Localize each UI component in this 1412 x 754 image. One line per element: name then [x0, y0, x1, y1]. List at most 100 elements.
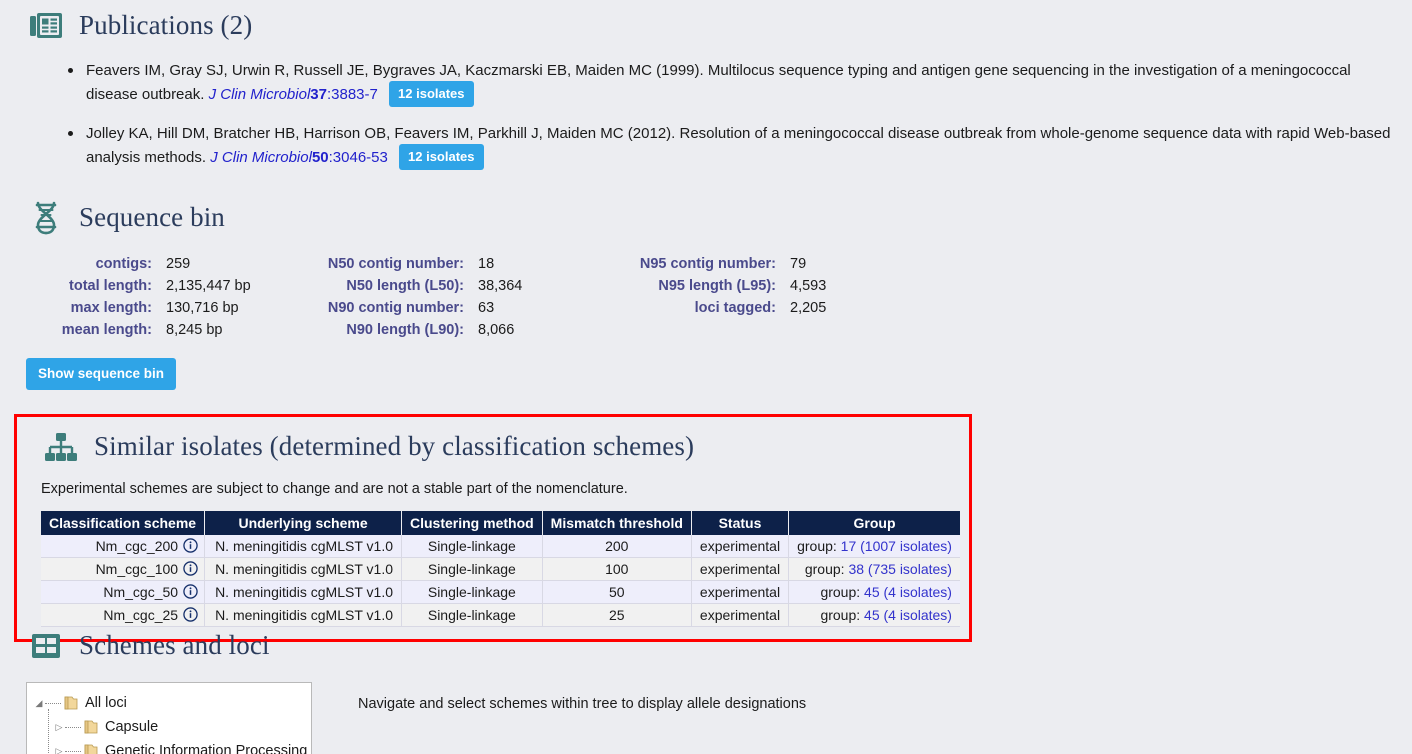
- cell-underlying-scheme: N. meningitidis cgMLST v1.0: [204, 557, 402, 581]
- sequence-bin-section: Sequence bin contigs: 259 N50 contig num…: [26, 198, 1026, 390]
- cell-mismatch-threshold: 100: [542, 557, 692, 581]
- stat-value-n95-length: 4,593: [790, 278, 827, 294]
- tree-node-label: Genetic Information Processing: [105, 743, 308, 754]
- cell-classification-scheme: Nm_cgc_100: [41, 557, 206, 581]
- expand-arrow-icon[interactable]: ▷: [53, 722, 65, 732]
- group-link[interactable]: 17 (1007 isolates): [841, 538, 952, 554]
- stat-label-contigs: contigs:: [95, 256, 152, 272]
- cell-classification-scheme: Nm_cgc_50: [41, 580, 206, 604]
- stat-label-n50-length: N50 length (L50):: [346, 278, 464, 294]
- cell-status: experimental: [691, 535, 790, 558]
- group-link[interactable]: 38 (735 isolates): [848, 561, 952, 577]
- folder-icon: [83, 719, 99, 735]
- publications-header: Publications (2): [26, 6, 1406, 46]
- group-link[interactable]: 45 (4 isolates): [864, 607, 952, 623]
- cell-classification-scheme: Nm_cgc_25: [41, 603, 206, 627]
- tree-node-genetic-information-processing[interactable]: ▷ Genetic Information Processing: [33, 739, 308, 754]
- collapse-arrow-icon[interactable]: ◢: [33, 698, 45, 708]
- journal-reference[interactable]: J Clin Microbiol37:3883-7: [209, 86, 378, 103]
- classification-schemes-table: Classification scheme Underlying scheme …: [41, 511, 960, 627]
- tree-connector-line: [48, 709, 49, 754]
- stat-label-n50-contig: N50 contig number:: [327, 256, 464, 272]
- journal-reference[interactable]: J Clin Microbiol50:3046-53: [210, 149, 388, 166]
- stat-label-n90-contig: N90 contig number:: [327, 300, 464, 316]
- page-title: Publications (2): [79, 10, 253, 41]
- info-circle-icon[interactable]: [183, 584, 198, 599]
- info-circle-icon[interactable]: [183, 607, 198, 622]
- column-header-status[interactable]: Status: [691, 511, 790, 535]
- group-link[interactable]: 45 (4 isolates): [864, 584, 952, 600]
- tree-dash: [65, 726, 81, 728]
- cell-group: group: 45 (4 isolates): [789, 604, 960, 627]
- schemes-body: ◢ All loci ▷ Capsule ▷ Genetic Informati…: [26, 682, 1406, 754]
- section-title: Schemes and loci: [79, 630, 270, 661]
- cell-mismatch-threshold: 25: [542, 603, 692, 627]
- cell-status: experimental: [691, 603, 790, 627]
- stat-label-n90-length: N90 length (L90):: [346, 322, 464, 338]
- stat-value-loci-tagged: 2,205: [790, 300, 827, 316]
- isolate-record-page: Publications (2) Feavers IM, Gray SJ, Ur…: [0, 0, 1412, 754]
- journal-pages: :3883-7: [326, 86, 378, 103]
- tree-node-label: All loci: [85, 695, 127, 711]
- sequence-bin-header: Sequence bin: [26, 198, 1026, 238]
- table-row: Nm_cgc_50 N. meningitidis cgMLST v1.0 Si…: [41, 580, 960, 604]
- stat-value-mean-length: 8,245 bp: [166, 322, 223, 338]
- stat-value-n90-length: 8,066: [478, 322, 515, 338]
- tree-dash: [45, 702, 61, 704]
- group-prefix: group:: [804, 561, 845, 577]
- stat-label-total-length: total length:: [69, 278, 152, 294]
- stat-label-loci-tagged: loci tagged:: [694, 300, 776, 316]
- group-prefix: group:: [820, 607, 861, 623]
- column-header-mismatch-threshold[interactable]: Mismatch threshold: [542, 511, 692, 535]
- scheme-instruction-text: Navigate and select schemes within tree …: [358, 696, 807, 712]
- stat-label-n95-contig: N95 contig number:: [639, 256, 776, 272]
- sitemap-icon: [41, 427, 81, 467]
- journal-pages: :3046-53: [328, 149, 388, 166]
- publications-section: Publications (2) Feavers IM, Gray SJ, Ur…: [26, 6, 1406, 186]
- journal-volume: 50: [311, 149, 329, 166]
- experimental-note: Experimental schemes are subject to chan…: [41, 481, 628, 497]
- cell-group: group: 38 (735 isolates): [789, 558, 960, 581]
- section-title: Sequence bin: [79, 202, 225, 233]
- stat-label-max-length: max length:: [70, 300, 152, 316]
- show-sequence-bin-button[interactable]: Show sequence bin: [26, 358, 177, 390]
- cell-underlying-scheme: N. meningitidis cgMLST v1.0: [204, 580, 402, 604]
- info-circle-icon[interactable]: [183, 538, 198, 553]
- cell-underlying-scheme: N. meningitidis cgMLST v1.0: [204, 603, 402, 627]
- loci-tree[interactable]: ◢ All loci ▷ Capsule ▷ Genetic Informati…: [26, 682, 312, 754]
- table-row: Nm_cgc_200 N. meningitidis cgMLST v1.0 S…: [41, 535, 960, 558]
- sequence-bin-stats: contigs: 259 N50 contig number: 18 N95 c…: [26, 256, 1026, 338]
- cell-classification-scheme: Nm_cgc_200: [41, 535, 206, 558]
- similar-isolates-header: Similar isolates (determined by classifi…: [41, 427, 957, 467]
- stat-value-n50-contig: 18: [478, 256, 495, 272]
- expand-arrow-icon[interactable]: ▷: [53, 746, 65, 754]
- table-grid-icon: [26, 626, 66, 666]
- group-prefix: group:: [797, 538, 837, 554]
- group-prefix: group:: [820, 584, 861, 600]
- tree-node-capsule[interactable]: ▷ Capsule: [33, 715, 305, 739]
- cell-status: experimental: [691, 557, 790, 581]
- stat-value-total-length: 2,135,447 bp: [166, 278, 251, 294]
- tree-node-all-loci[interactable]: ◢ All loci: [33, 691, 305, 715]
- cell-status: experimental: [691, 580, 790, 604]
- folder-icon: [63, 695, 79, 711]
- newspaper-icon: [26, 6, 66, 46]
- column-header-underlying-scheme[interactable]: Underlying scheme: [204, 511, 402, 535]
- table-row: Nm_cgc_100 N. meningitidis cgMLST v1.0 S…: [41, 557, 960, 581]
- isolate-count-badge[interactable]: 12 isolates: [399, 144, 484, 170]
- isolate-count-badge[interactable]: 12 isolates: [389, 81, 474, 107]
- column-header-group[interactable]: Group: [788, 511, 960, 535]
- scheme-name: Nm_cgc_50: [103, 584, 179, 600]
- stat-value-n95-contig: 79: [790, 256, 807, 272]
- cell-group: group: 45 (4 isolates): [789, 581, 960, 604]
- journal-name: J Clin Microbiol: [208, 86, 311, 103]
- cell-group: group: 17 (1007 isolates): [789, 535, 960, 558]
- tree-dash: [65, 750, 81, 752]
- cell-clustering-method: Single-linkage: [401, 603, 543, 627]
- column-header-clustering-method[interactable]: Clustering method: [401, 511, 543, 535]
- column-header-classification-scheme[interactable]: Classification scheme: [41, 511, 206, 535]
- dna-icon: [26, 198, 66, 238]
- info-circle-icon[interactable]: [183, 561, 198, 576]
- journal-volume: 37: [310, 86, 327, 103]
- publication-list: Feavers IM, Gray SJ, Urwin R, Russell JE…: [26, 60, 1406, 170]
